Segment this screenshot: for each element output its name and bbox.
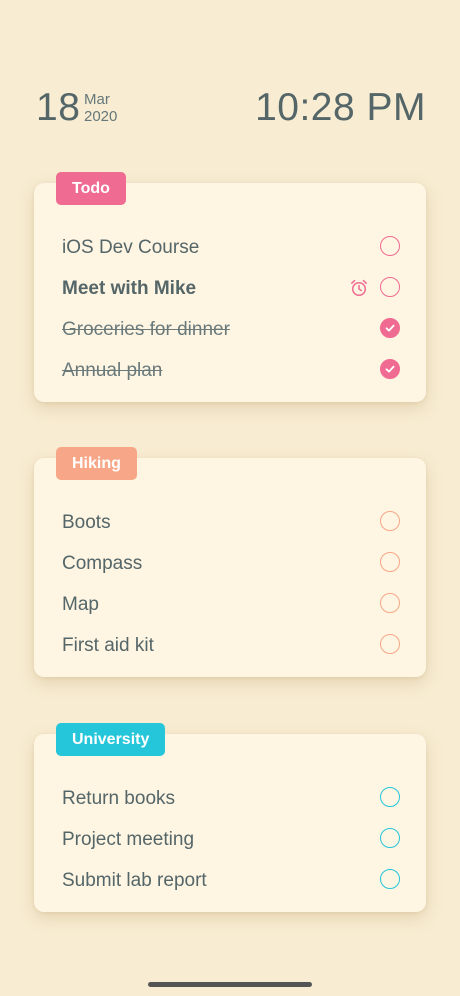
list-item[interactable]: Project meeting [62, 825, 400, 855]
item-label: Submit lab report [62, 870, 207, 891]
item-label: Boots [62, 512, 111, 533]
list-item[interactable]: First aid kit [62, 631, 400, 661]
alarm-clock-icon[interactable] [349, 278, 369, 298]
checkbox[interactable] [380, 236, 400, 256]
checkbox-checked[interactable] [380, 318, 400, 338]
checkbox[interactable] [380, 277, 400, 297]
date-month: Mar [84, 91, 110, 108]
list-item[interactable]: Boots [62, 508, 400, 538]
home-indicator[interactable] [148, 982, 312, 987]
item-label: Annual plan [62, 360, 163, 381]
item-label: First aid kit [62, 635, 154, 656]
list-tag-university[interactable]: University [56, 723, 166, 756]
list-tag-todo[interactable]: Todo [56, 172, 126, 205]
list-item[interactable]: Annual plan [62, 356, 400, 386]
list-card-university: University Return books Project meeting … [34, 723, 426, 912]
checkbox[interactable] [380, 593, 400, 613]
item-label: Return books [62, 788, 176, 809]
checkbox[interactable] [380, 634, 400, 654]
date-month-year: Mar 2020 [84, 91, 117, 125]
item-label: Project meeting [62, 829, 195, 850]
clock-time: 10:28 PM [255, 86, 426, 129]
list-item[interactable]: iOS Dev Course [62, 233, 400, 263]
header: 18 Mar 2020 10:28 PM [36, 84, 426, 132]
checkmark-icon [385, 365, 395, 373]
checkbox-checked[interactable] [380, 359, 400, 379]
list-item[interactable]: Return books [62, 784, 400, 814]
list-item[interactable]: Map [62, 590, 400, 620]
list-tag-hiking[interactable]: Hiking [56, 447, 137, 480]
checkbox[interactable] [380, 511, 400, 531]
date-year: 2020 [84, 108, 118, 125]
item-label: Compass [62, 553, 143, 574]
list-card-hiking: Hiking Boots Compass Map First aid kit [34, 447, 426, 677]
item-label: Groceries for dinner [62, 319, 230, 340]
checkbox[interactable] [380, 552, 400, 572]
list-item[interactable]: Groceries for dinner [62, 315, 400, 345]
checkmark-icon [385, 324, 395, 332]
list-card-todo: Todo iOS Dev Course Meet with Mike Groce… [34, 172, 426, 402]
item-label: Map [62, 594, 99, 615]
list-item[interactable]: Submit lab report [62, 866, 400, 896]
list-item[interactable]: Compass [62, 549, 400, 579]
checkbox[interactable] [380, 869, 400, 889]
item-label: iOS Dev Course [62, 237, 200, 258]
checkbox[interactable] [380, 787, 400, 807]
list-item[interactable]: Meet with Mike [62, 274, 400, 304]
item-label: Meet with Mike [62, 278, 197, 299]
date-day: 18 [36, 86, 81, 129]
checkbox[interactable] [380, 828, 400, 848]
